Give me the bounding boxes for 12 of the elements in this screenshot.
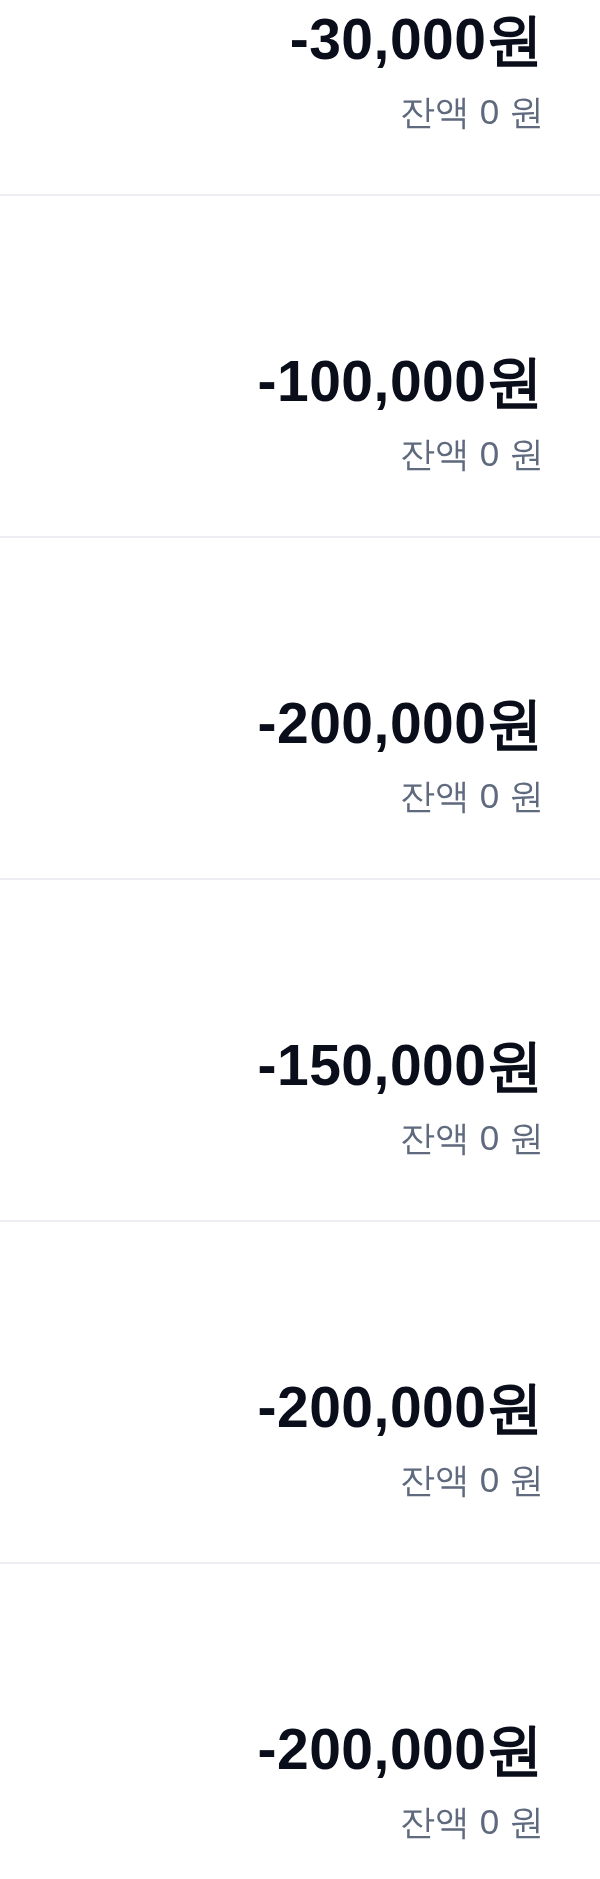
amount-text: -100,000원 xyxy=(257,348,544,415)
amount-text: -200,000원 xyxy=(257,1716,544,1783)
balance-text: 잔액 0 원 xyxy=(400,775,544,817)
balance-text: 잔액 0 원 xyxy=(400,1117,544,1159)
amount-text: -200,000원 xyxy=(257,1374,544,1441)
balance-text: 잔액 0 원 xyxy=(400,433,544,475)
amount-text: -150,000원 xyxy=(257,1032,544,1099)
amount-text: -200,000원 xyxy=(257,690,544,757)
balance-text: 잔액 0 원 xyxy=(400,1801,544,1843)
amount-text: -30,000원 xyxy=(289,6,544,73)
balance-text: 잔액 0 원 xyxy=(400,1459,544,1501)
balance-text: 잔액 0 원 xyxy=(400,91,544,133)
